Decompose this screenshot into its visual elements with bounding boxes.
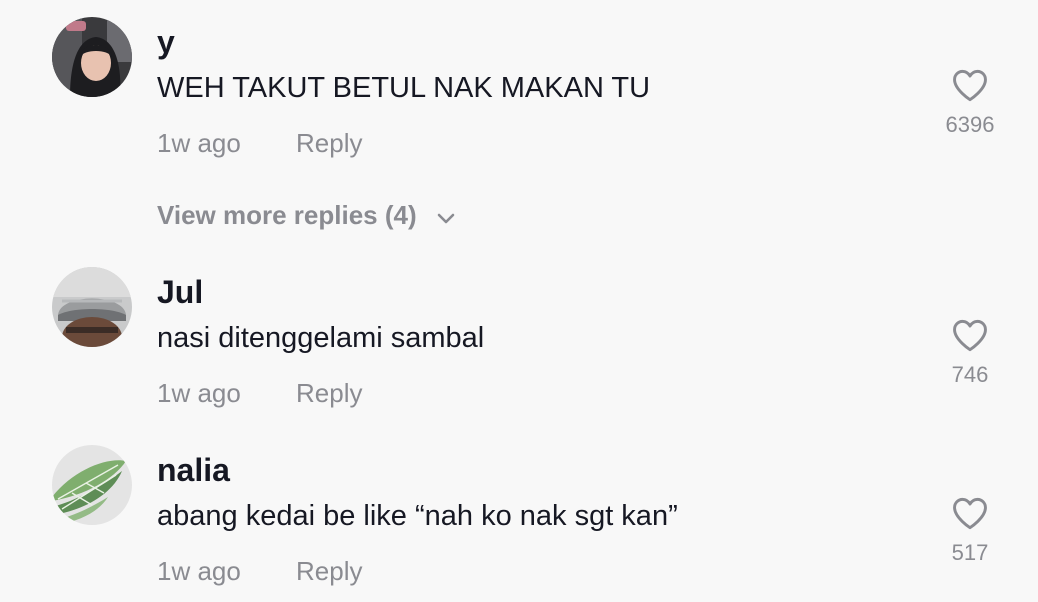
reply-button[interactable]: Reply [296,378,362,409]
timestamp: 1w ago [157,128,241,158]
comment-item: y WEH TAKUT BETUL NAK MAKAN TU 1w ago Re… [0,0,1038,250]
view-more-label: View more replies (4) [157,200,417,230]
reply-button[interactable]: Reply [296,128,362,159]
heart-outline-icon [953,319,987,352]
like-count: 6396 [945,112,995,137]
heart-outline-icon [953,69,987,102]
avatar[interactable] [52,445,132,525]
comment-item: nalia abang kedai be like “nah ko nak sg… [0,428,1038,602]
like-button[interactable]: 517 [930,496,1010,566]
comment-text: nasi ditenggelami sambal [157,322,485,354]
comment-text: abang kedai be like “nah ko nak sgt kan” [157,500,678,532]
like-count: 746 [951,362,989,387]
chevron-down-icon [436,202,456,233]
comment-meta: 1w ago Reply [157,378,362,409]
like-button[interactable]: 746 [930,318,1010,388]
view-more-replies-button[interactable]: View more replies (4) [157,200,456,233]
avatar[interactable] [52,267,132,347]
timestamp: 1w ago [157,378,241,408]
username[interactable]: Jul [157,274,203,311]
heart-outline-icon [953,497,987,530]
like-button[interactable]: 6396 [930,68,1010,138]
comment-text: WEH TAKUT BETUL NAK MAKAN TU [157,72,651,104]
username[interactable]: nalia [157,452,230,489]
username[interactable]: y [157,24,175,61]
comment-meta: 1w ago Reply [157,128,362,159]
timestamp: 1w ago [157,556,241,586]
comments-list: y WEH TAKUT BETUL NAK MAKAN TU 1w ago Re… [0,0,1038,602]
comment-item: Jul nasi ditenggelami sambal 1w ago Repl… [0,250,1038,430]
reply-button[interactable]: Reply [296,556,362,587]
avatar[interactable] [52,17,132,97]
like-count: 517 [951,540,989,565]
comment-meta: 1w ago Reply [157,556,362,587]
